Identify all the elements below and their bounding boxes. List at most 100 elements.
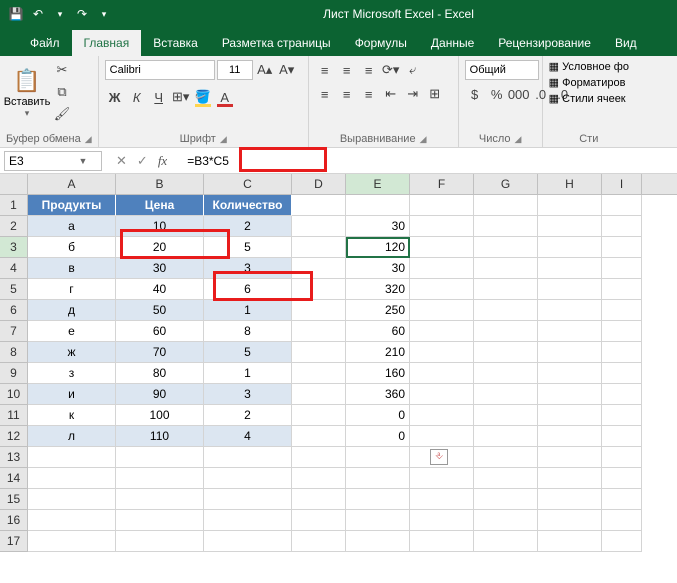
font-launcher-icon[interactable]: ◢ bbox=[220, 134, 227, 145]
tab-formulas[interactable]: Формулы bbox=[343, 30, 419, 56]
cell[interactable] bbox=[410, 342, 474, 363]
cell[interactable]: л bbox=[28, 426, 116, 447]
align-bottom-icon[interactable]: ≡ bbox=[359, 60, 379, 80]
cell[interactable]: 80 bbox=[116, 363, 204, 384]
cell[interactable]: 250 bbox=[346, 300, 410, 321]
formula-input[interactable] bbox=[181, 151, 677, 171]
row-header[interactable]: 3 bbox=[0, 237, 28, 258]
cell[interactable]: 20 bbox=[116, 237, 204, 258]
merge-icon[interactable]: ⊞ bbox=[425, 84, 445, 104]
cell[interactable] bbox=[292, 510, 346, 531]
cell[interactable] bbox=[410, 300, 474, 321]
row-header[interactable]: 7 bbox=[0, 321, 28, 342]
cell[interactable] bbox=[474, 363, 538, 384]
cell[interactable]: а bbox=[28, 216, 116, 237]
cell[interactable]: 210 bbox=[346, 342, 410, 363]
cell[interactable] bbox=[474, 300, 538, 321]
smart-tag-icon[interactable]: ⎀ bbox=[430, 449, 448, 465]
tab-data[interactable]: Данные bbox=[419, 30, 486, 56]
cell[interactable] bbox=[602, 426, 642, 447]
format-as-table-button[interactable]: ▦ Форматиров bbox=[549, 76, 626, 89]
cell[interactable] bbox=[474, 531, 538, 552]
cell[interactable] bbox=[28, 447, 116, 468]
name-box-dropdown-icon[interactable]: ▼ bbox=[75, 156, 91, 166]
cell[interactable] bbox=[538, 531, 602, 552]
cell[interactable] bbox=[410, 531, 474, 552]
font-name-select[interactable] bbox=[105, 60, 215, 80]
cell[interactable] bbox=[602, 384, 642, 405]
cell[interactable] bbox=[602, 531, 642, 552]
cell[interactable] bbox=[474, 405, 538, 426]
cell[interactable]: з bbox=[28, 363, 116, 384]
cell[interactable] bbox=[474, 426, 538, 447]
cell[interactable] bbox=[602, 342, 642, 363]
cell[interactable] bbox=[538, 468, 602, 489]
cell[interactable] bbox=[602, 447, 642, 468]
cell[interactable] bbox=[346, 510, 410, 531]
tab-page-layout[interactable]: Разметка страницы bbox=[210, 30, 343, 56]
cell[interactable] bbox=[116, 531, 204, 552]
cell[interactable]: 50 bbox=[116, 300, 204, 321]
cell[interactable] bbox=[474, 321, 538, 342]
cell[interactable] bbox=[28, 531, 116, 552]
border-icon[interactable]: ⊞▾ bbox=[171, 87, 191, 107]
enter-formula-icon[interactable]: ✓ bbox=[137, 153, 148, 169]
qat-customize-icon[interactable]: ▾ bbox=[96, 6, 112, 22]
cell[interactable] bbox=[292, 489, 346, 510]
header-quantity[interactable]: Количество bbox=[204, 195, 292, 216]
format-painter-icon[interactable]: 🖌 bbox=[52, 104, 72, 124]
cell[interactable] bbox=[410, 216, 474, 237]
cell[interactable] bbox=[292, 237, 346, 258]
cell[interactable]: 1 bbox=[204, 363, 292, 384]
cell[interactable]: д bbox=[28, 300, 116, 321]
cell[interactable] bbox=[346, 447, 410, 468]
cell[interactable] bbox=[292, 447, 346, 468]
cell[interactable]: и bbox=[28, 384, 116, 405]
cancel-formula-icon[interactable]: ✕ bbox=[116, 153, 127, 169]
cell[interactable]: 5 bbox=[204, 237, 292, 258]
decrease-font-icon[interactable]: A▾ bbox=[277, 60, 297, 80]
cell[interactable]: 8 bbox=[204, 321, 292, 342]
cell[interactable] bbox=[474, 447, 538, 468]
font-color-icon[interactable]: A bbox=[215, 87, 235, 107]
increase-indent-icon[interactable]: ⇥ bbox=[403, 84, 423, 104]
cell[interactable]: 5 bbox=[204, 342, 292, 363]
row-header[interactable]: 6 bbox=[0, 300, 28, 321]
cell[interactable]: 0 bbox=[346, 426, 410, 447]
cell[interactable] bbox=[602, 468, 642, 489]
bold-button[interactable]: Ж bbox=[105, 87, 125, 107]
save-icon[interactable]: 💾 bbox=[8, 6, 24, 22]
cell[interactable]: 60 bbox=[116, 321, 204, 342]
orientation-icon[interactable]: ⟳▾ bbox=[381, 60, 401, 80]
cell[interactable] bbox=[538, 195, 602, 216]
spreadsheet-grid[interactable]: A B C D E F G H I 1ПродуктыЦенаКоличеств… bbox=[0, 174, 677, 552]
cell[interactable]: 100 bbox=[116, 405, 204, 426]
cell[interactable] bbox=[538, 300, 602, 321]
decrease-indent-icon[interactable]: ⇤ bbox=[381, 84, 401, 104]
cell[interactable] bbox=[474, 195, 538, 216]
cell[interactable]: 90 bbox=[116, 384, 204, 405]
row-header[interactable]: 1 bbox=[0, 195, 28, 216]
cell[interactable] bbox=[538, 426, 602, 447]
cell[interactable] bbox=[474, 384, 538, 405]
cell[interactable] bbox=[292, 363, 346, 384]
cell[interactable] bbox=[410, 237, 474, 258]
cell[interactable] bbox=[204, 510, 292, 531]
cell[interactable] bbox=[602, 195, 642, 216]
cell[interactable]: 120 bbox=[346, 237, 410, 258]
cell[interactable]: 160 bbox=[346, 363, 410, 384]
cell[interactable] bbox=[116, 468, 204, 489]
cell[interactable] bbox=[538, 279, 602, 300]
select-all-corner[interactable] bbox=[0, 174, 28, 194]
cell[interactable] bbox=[410, 321, 474, 342]
cell[interactable] bbox=[474, 342, 538, 363]
cell[interactable] bbox=[602, 510, 642, 531]
cell[interactable] bbox=[602, 489, 642, 510]
cell[interactable] bbox=[410, 384, 474, 405]
cell[interactable] bbox=[292, 321, 346, 342]
cell[interactable] bbox=[116, 447, 204, 468]
number-format-select[interactable] bbox=[465, 60, 539, 80]
align-right-icon[interactable]: ≡ bbox=[359, 84, 379, 104]
row-header[interactable]: 10 bbox=[0, 384, 28, 405]
cell[interactable] bbox=[474, 489, 538, 510]
